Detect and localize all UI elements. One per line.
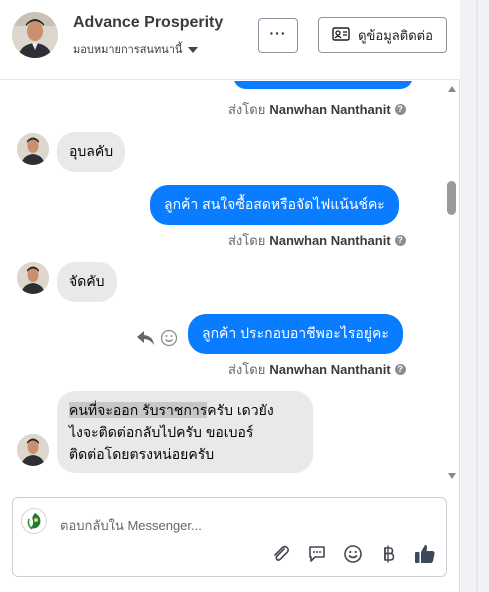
- message-line: ติดต่อโดยตรงหน่อยครับ: [69, 446, 215, 462]
- contact-avatar-small: [17, 133, 49, 165]
- react-emoji-icon[interactable]: [160, 329, 178, 352]
- help-icon[interactable]: ?: [394, 364, 406, 375]
- paperclip-icon: [271, 544, 291, 569]
- help-icon[interactable]: ?: [394, 104, 406, 115]
- divider: [476, 0, 478, 592]
- message-thread: ส่งโดย Nanwhan Nanthanit ? อุบลคับ ลูกค้…: [0, 81, 446, 483]
- reply-icon[interactable]: [136, 329, 156, 352]
- side-panel-edge: [460, 0, 489, 592]
- page-title: Advance Prosperity: [73, 14, 224, 31]
- sent-by-label: ส่งโดย Nanwhan Nanthanit ?: [228, 359, 406, 380]
- chat-bubble-icon: [307, 544, 327, 569]
- attach-file-button[interactable]: [269, 544, 293, 568]
- thumbs-up-icon: [414, 543, 436, 570]
- conversation-panel: Advance Prosperity มอบหมายการสนทนานี้ ··…: [0, 0, 460, 592]
- scroll-up-arrow-icon[interactable]: [448, 86, 456, 92]
- reply-input[interactable]: ตอบกลับใน Messenger...: [60, 515, 202, 536]
- payment-button[interactable]: [377, 544, 401, 568]
- saved-replies-button[interactable]: [305, 544, 329, 568]
- contact-avatar-small: [17, 262, 49, 294]
- like-button[interactable]: [413, 544, 437, 568]
- incoming-message-bubble[interactable]: อุบลคับ: [57, 132, 126, 172]
- more-options-label: ···: [269, 24, 287, 41]
- sent-by-label: ส่งโดย Nanwhan Nanthanit ?: [228, 99, 406, 120]
- caret-down-icon: [188, 46, 199, 53]
- contact-avatar[interactable]: [12, 12, 58, 58]
- page-logo-icon: [21, 508, 47, 534]
- reply-composer[interactable]: ตอบกลับใน Messenger...: [12, 497, 447, 577]
- sender-name: Nanwhan Nanthanit: [269, 233, 391, 248]
- sent-by-label: ส่งโดย Nanwhan Nanthanit ?: [228, 230, 406, 251]
- message-line: ไงจะติดต่อกลับไปครับ ขอเบอร์: [69, 424, 254, 440]
- help-icon[interactable]: ?: [394, 235, 406, 246]
- emoji-button[interactable]: [341, 544, 365, 568]
- contact-card-icon: [332, 26, 350, 44]
- thread-scrollbar[interactable]: [446, 81, 458, 483]
- outgoing-message-bubble[interactable]: ลูกค้า สนใจซื้อสดหรือจัดไฟแน้นช์คะ: [150, 185, 399, 225]
- incoming-message-bubble[interactable]: จัดคับ: [57, 262, 117, 302]
- outgoing-message-bubble[interactable]: ลูกค้า ประกอบอาชีพอะไรอยู่คะ: [188, 314, 403, 354]
- view-contact-info-button[interactable]: ดูข้อมูลติดต่อ: [318, 17, 447, 53]
- conversation-header: Advance Prosperity มอบหมายการสนทนานี้ ··…: [0, 0, 460, 80]
- scroll-down-arrow-icon[interactable]: [448, 473, 456, 479]
- scrollbar-thumb[interactable]: [447, 181, 456, 215]
- smiley-icon: [343, 544, 363, 569]
- sender-name: Nanwhan Nanthanit: [269, 102, 391, 117]
- view-contact-info-label: ดูข้อมูลติดต่อ: [358, 27, 433, 43]
- outgoing-message-bubble[interactable]: [233, 81, 413, 89]
- incoming-message-bubble[interactable]: คนที่จะออก รับราชการครับ เดวยัง ไงจะติดต…: [57, 391, 313, 473]
- baht-icon: [379, 544, 399, 569]
- more-options-button[interactable]: ···: [258, 18, 298, 53]
- assign-conversation-label: มอบหมายการสนทนานี้: [73, 44, 183, 56]
- contact-avatar-small: [17, 434, 49, 466]
- assign-conversation-dropdown[interactable]: มอบหมายการสนทนานี้: [73, 40, 199, 58]
- sender-name: Nanwhan Nanthanit: [269, 362, 391, 377]
- message-line: คนที่จะออก รับราชการครับ เดวยัง: [69, 402, 274, 418]
